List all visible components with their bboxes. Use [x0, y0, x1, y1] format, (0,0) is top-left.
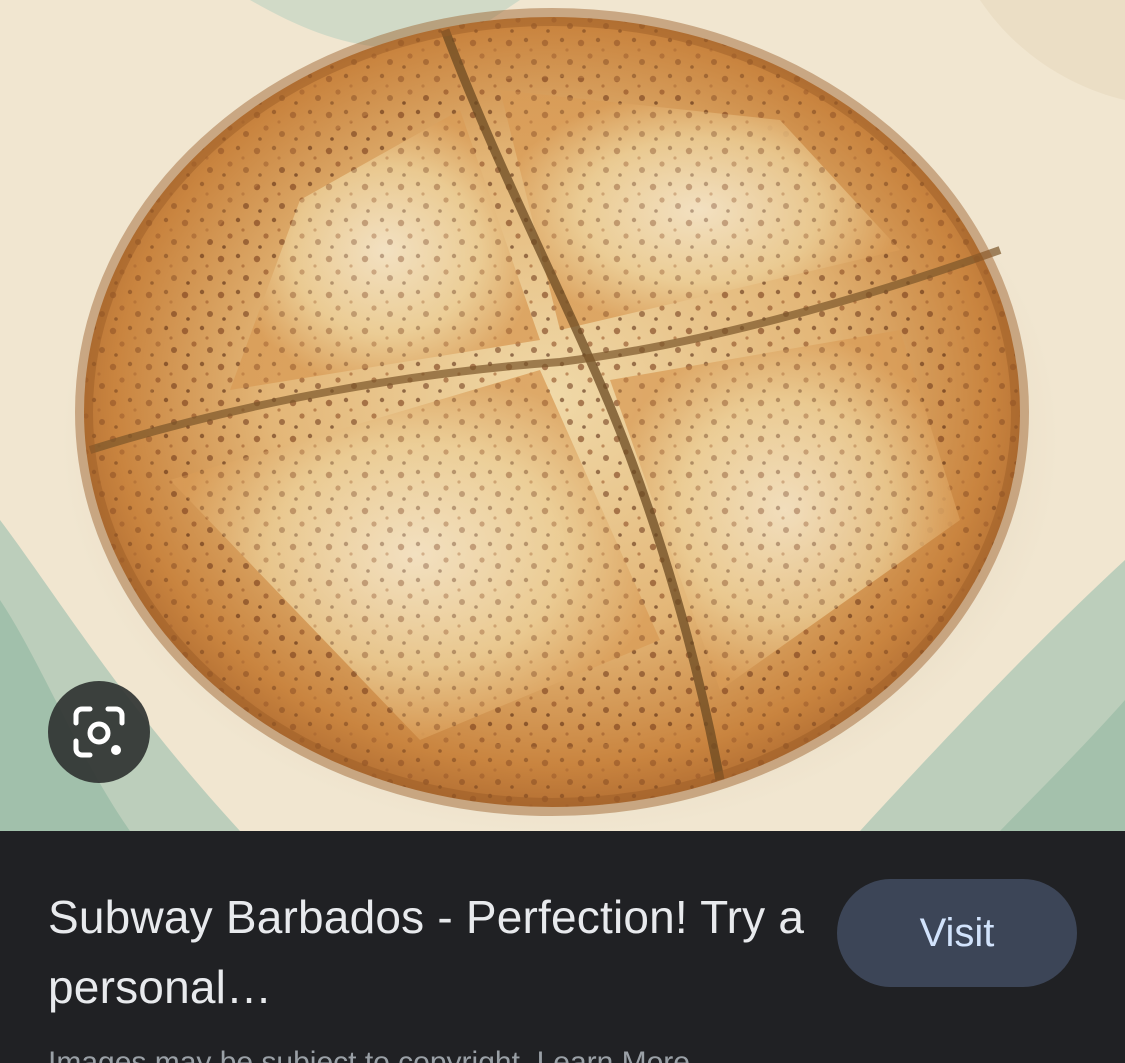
google-lens-button[interactable] [48, 681, 150, 783]
image-result-viewer: Subway Barbados - Perfection! Try a pers… [0, 0, 1125, 1063]
copyright-caption: Images may be subject to copyright. Lear… [48, 1046, 690, 1063]
visit-button[interactable]: Visit [837, 879, 1077, 987]
pizza-photo [0, 0, 1125, 831]
result-image[interactable] [0, 0, 1125, 831]
result-title[interactable]: Subway Barbados - Perfection! Try a pers… [48, 882, 808, 1022]
google-lens-icon [73, 706, 125, 758]
